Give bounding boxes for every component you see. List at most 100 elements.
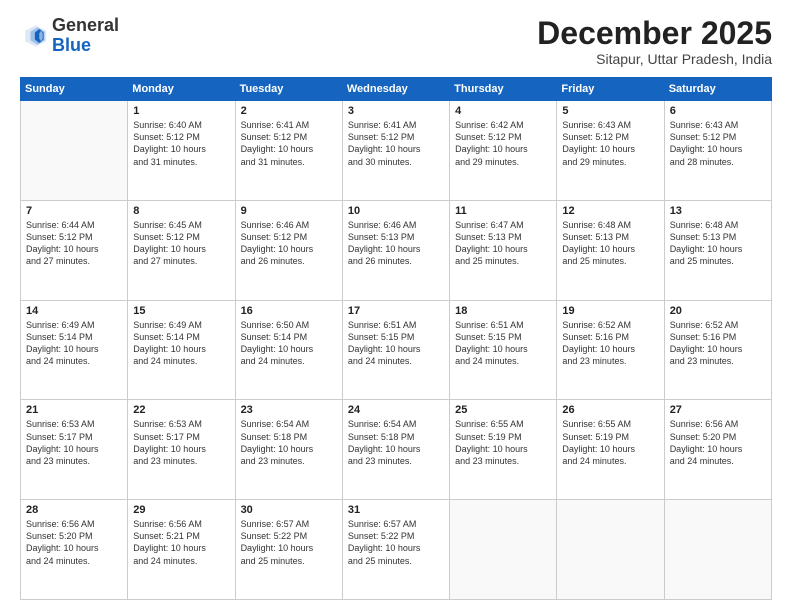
calendar-week-4: 21 Sunrise: 6:53 AMSunset: 5:17 PMDayligh…: [21, 400, 772, 500]
table-row: 10 Sunrise: 6:46 AMSunset: 5:13 PMDayligh…: [342, 200, 449, 300]
day-info: Sunrise: 6:46 AMSunset: 5:13 PMDaylight:…: [348, 219, 444, 268]
table-row: 24Sunrise: 6:54 AMSunset: 5:18 PMDayligh…: [342, 400, 449, 500]
day-number: 5: [562, 105, 658, 117]
day-info: Sunrise: 6:49 AMSunset: 5:14 PMDaylight:…: [133, 319, 229, 368]
day-info: Sunrise: 6:43 AMSunset: 5:12 PMDaylight:…: [562, 119, 658, 168]
month-title: December 2025: [537, 16, 772, 51]
table-row: 6 Sunrise: 6:43 AMSunset: 5:12 PMDaylight…: [664, 101, 771, 201]
table-row: [21, 101, 128, 201]
day-number: 21: [26, 404, 122, 416]
table-row: 17Sunrise: 6:51 AMSunset: 5:15 PMDayligh…: [342, 300, 449, 400]
col-sunday: Sunday: [21, 78, 128, 101]
day-number: 14: [26, 305, 122, 317]
page: General Blue December 2025 Sitapur, Utta…: [0, 0, 792, 612]
calendar-week-3: 14 Sunrise: 6:49 AMSunset: 5:14 PMDayligh…: [21, 300, 772, 400]
calendar-week-2: 7 Sunrise: 6:44 AMSunset: 5:12 PMDaylight…: [21, 200, 772, 300]
day-info: Sunrise: 6:54 AMSunset: 5:18 PMDaylight:…: [241, 418, 337, 467]
day-info: Sunrise: 6:43 AMSunset: 5:12 PMDaylight:…: [670, 119, 766, 168]
calendar-week-1: 1 Sunrise: 6:40 AMSunset: 5:12 PMDaylight…: [21, 101, 772, 201]
table-row: 25 Sunrise: 6:55 AMSunset: 5:19 PMDayligh…: [450, 400, 557, 500]
day-number: 23: [241, 404, 337, 416]
table-row: 29Sunrise: 6:56 AMSunset: 5:21 PMDayligh…: [128, 500, 235, 600]
day-info: Sunrise: 6:44 AMSunset: 5:12 PMDaylight:…: [26, 219, 122, 268]
logo: General Blue: [20, 16, 119, 56]
day-number: 6: [670, 105, 766, 117]
day-info: Sunrise: 6:57 AMSunset: 5:22 PMDaylight:…: [348, 518, 444, 567]
table-row: 2 Sunrise: 6:41 AMSunset: 5:12 PMDaylight…: [235, 101, 342, 201]
day-info: Sunrise: 6:40 AMSunset: 5:12 PMDaylight:…: [133, 119, 229, 168]
logo-general: General: [52, 15, 119, 35]
day-info: Sunrise: 6:48 AMSunset: 5:13 PMDaylight:…: [562, 219, 658, 268]
day-info: Sunrise: 6:56 AMSunset: 5:20 PMDaylight:…: [26, 518, 122, 567]
day-info: Sunrise: 6:55 AMSunset: 5:19 PMDaylight:…: [562, 418, 658, 467]
day-number: 26: [562, 404, 658, 416]
table-row: 3 Sunrise: 6:41 AMSunset: 5:12 PMDaylight…: [342, 101, 449, 201]
table-row: [557, 500, 664, 600]
day-info: Sunrise: 6:49 AMSunset: 5:14 PMDaylight:…: [26, 319, 122, 368]
table-row: 30 Sunrise: 6:57 AMSunset: 5:22 PMDayligh…: [235, 500, 342, 600]
day-number: 3: [348, 105, 444, 117]
col-friday: Friday: [557, 78, 664, 101]
col-saturday: Saturday: [664, 78, 771, 101]
table-row: 21 Sunrise: 6:53 AMSunset: 5:17 PMDayligh…: [21, 400, 128, 500]
day-number: 8: [133, 205, 229, 217]
day-info: Sunrise: 6:57 AMSunset: 5:22 PMDaylight:…: [241, 518, 337, 567]
table-row: 9Sunrise: 6:46 AMSunset: 5:12 PMDaylight…: [235, 200, 342, 300]
table-row: 12 Sunrise: 6:48 AMSunset: 5:13 PMDayligh…: [557, 200, 664, 300]
day-number: 13: [670, 205, 766, 217]
day-info: Sunrise: 6:56 AMSunset: 5:20 PMDaylight:…: [670, 418, 766, 467]
logo-blue: Blue: [52, 35, 91, 55]
day-number: 18: [455, 305, 551, 317]
subtitle: Sitapur, Uttar Pradesh, India: [537, 51, 772, 67]
calendar-header-row: Sunday Monday Tuesday Wednesday Thursday…: [21, 78, 772, 101]
day-info: Sunrise: 6:56 AMSunset: 5:21 PMDaylight:…: [133, 518, 229, 567]
day-info: Sunrise: 6:55 AMSunset: 5:19 PMDaylight:…: [455, 418, 551, 467]
day-info: Sunrise: 6:50 AMSunset: 5:14 PMDaylight:…: [241, 319, 337, 368]
day-info: Sunrise: 6:53 AMSunset: 5:17 PMDaylight:…: [26, 418, 122, 467]
table-row: 8 Sunrise: 6:45 AMSunset: 5:12 PMDaylight…: [128, 200, 235, 300]
logo-icon: [20, 22, 48, 50]
calendar-week-5: 28Sunrise: 6:56 AMSunset: 5:20 PMDayligh…: [21, 500, 772, 600]
day-info: Sunrise: 6:41 AMSunset: 5:12 PMDaylight:…: [348, 119, 444, 168]
day-number: 16: [241, 305, 337, 317]
day-number: 7: [26, 205, 122, 217]
table-row: 23 Sunrise: 6:54 AMSunset: 5:18 PMDayligh…: [235, 400, 342, 500]
table-row: 27Sunrise: 6:56 AMSunset: 5:20 PMDayligh…: [664, 400, 771, 500]
calendar-table: Sunday Monday Tuesday Wednesday Thursday…: [20, 77, 772, 600]
day-info: Sunrise: 6:52 AMSunset: 5:16 PMDaylight:…: [562, 319, 658, 368]
table-row: 26 Sunrise: 6:55 AMSunset: 5:19 PMDayligh…: [557, 400, 664, 500]
table-row: 18 Sunrise: 6:51 AMSunset: 5:15 PMDayligh…: [450, 300, 557, 400]
day-info: Sunrise: 6:48 AMSunset: 5:13 PMDaylight:…: [670, 219, 766, 268]
table-row: 28Sunrise: 6:56 AMSunset: 5:20 PMDayligh…: [21, 500, 128, 600]
day-info: Sunrise: 6:41 AMSunset: 5:12 PMDaylight:…: [241, 119, 337, 168]
col-tuesday: Tuesday: [235, 78, 342, 101]
table-row: 7 Sunrise: 6:44 AMSunset: 5:12 PMDaylight…: [21, 200, 128, 300]
table-row: 4Sunrise: 6:42 AMSunset: 5:12 PMDaylight…: [450, 101, 557, 201]
day-number: 12: [562, 205, 658, 217]
day-info: Sunrise: 6:51 AMSunset: 5:15 PMDaylight:…: [455, 319, 551, 368]
day-number: 31: [348, 504, 444, 516]
table-row: [664, 500, 771, 600]
day-number: 1: [133, 105, 229, 117]
day-info: Sunrise: 6:52 AMSunset: 5:16 PMDaylight:…: [670, 319, 766, 368]
header: General Blue December 2025 Sitapur, Utta…: [20, 16, 772, 67]
day-info: Sunrise: 6:45 AMSunset: 5:12 PMDaylight:…: [133, 219, 229, 268]
day-number: 17: [348, 305, 444, 317]
logo-text-block: General Blue: [52, 16, 119, 56]
table-row: 11Sunrise: 6:47 AMSunset: 5:13 PMDayligh…: [450, 200, 557, 300]
col-monday: Monday: [128, 78, 235, 101]
table-row: 13 Sunrise: 6:48 AMSunset: 5:13 PMDayligh…: [664, 200, 771, 300]
day-number: 10: [348, 205, 444, 217]
table-row: 16 Sunrise: 6:50 AMSunset: 5:14 PMDayligh…: [235, 300, 342, 400]
day-number: 2: [241, 105, 337, 117]
day-info: Sunrise: 6:53 AMSunset: 5:17 PMDaylight:…: [133, 418, 229, 467]
title-block: December 2025 Sitapur, Uttar Pradesh, In…: [537, 16, 772, 67]
table-row: 31 Sunrise: 6:57 AMSunset: 5:22 PMDayligh…: [342, 500, 449, 600]
day-number: 9: [241, 205, 337, 217]
table-row: 14 Sunrise: 6:49 AMSunset: 5:14 PMDayligh…: [21, 300, 128, 400]
day-number: 20: [670, 305, 766, 317]
day-number: 25: [455, 404, 551, 416]
day-number: 30: [241, 504, 337, 516]
col-wednesday: Wednesday: [342, 78, 449, 101]
day-info: Sunrise: 6:54 AMSunset: 5:18 PMDaylight:…: [348, 418, 444, 467]
